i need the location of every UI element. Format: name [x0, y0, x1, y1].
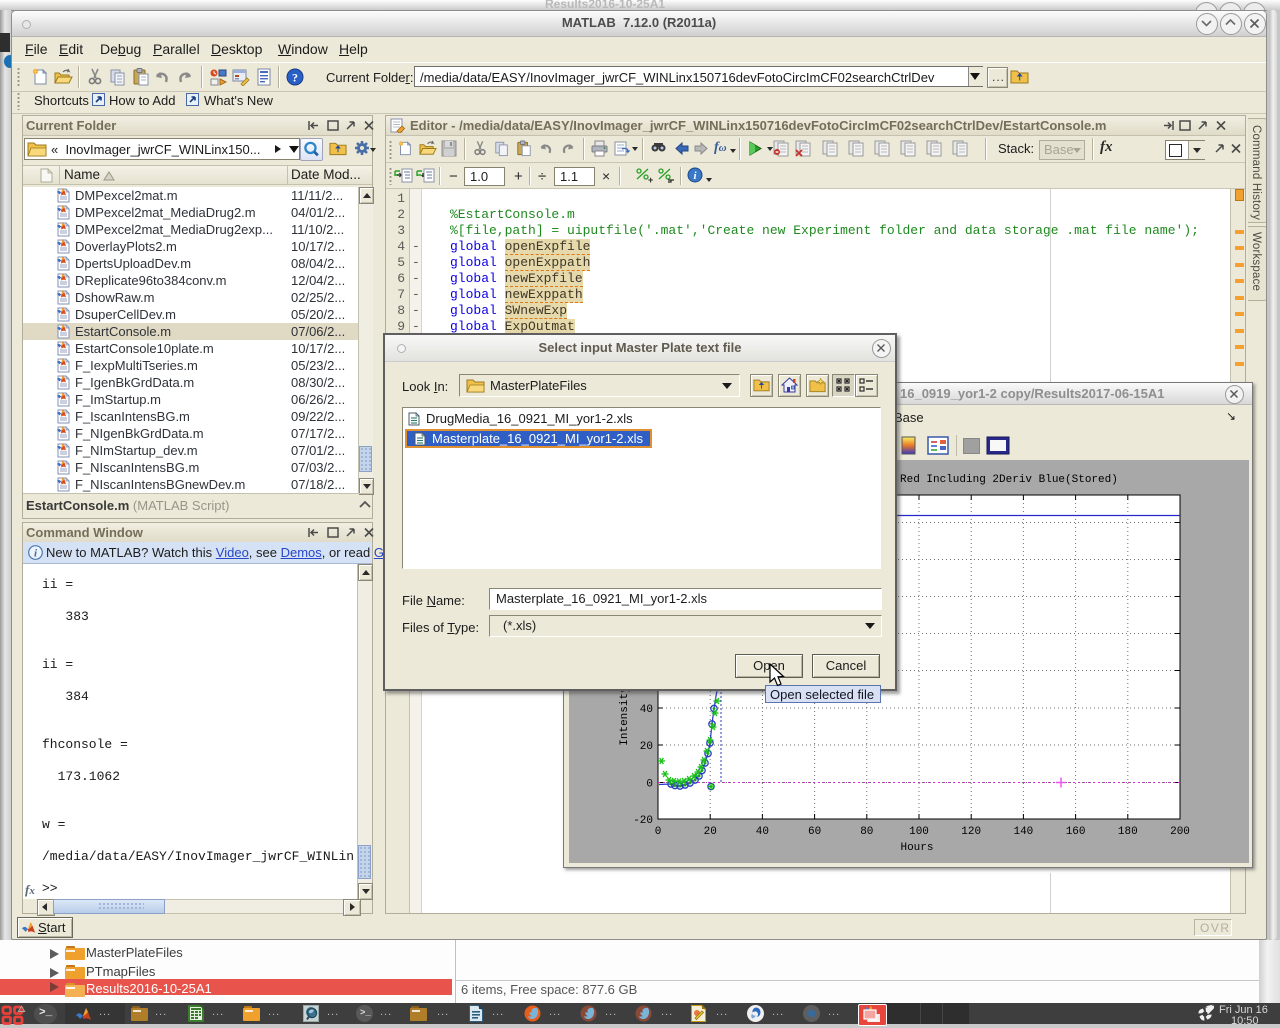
svg-text:120: 120: [961, 826, 981, 838]
svg-text:Hours: Hours: [900, 842, 933, 854]
svg-text:140: 140: [1013, 826, 1033, 838]
svg-text:40: 40: [756, 826, 769, 838]
svg-text:Red Including 2Deriv Blue(Stor: Red Including 2Deriv Blue(Stored): [900, 474, 1118, 486]
svg-text:40: 40: [640, 704, 653, 716]
svg-text:0: 0: [655, 826, 662, 838]
svg-text:-20: -20: [633, 815, 653, 827]
svg-text:0: 0: [646, 779, 653, 791]
svg-text:+: +: [648, 175, 653, 185]
svg-text:20: 20: [640, 741, 653, 753]
svg-text:100: 100: [909, 826, 929, 838]
svg-text:60: 60: [808, 826, 821, 838]
svg-text:80: 80: [860, 826, 873, 838]
svg-text:?: ?: [292, 71, 298, 85]
svg-text:Intensity: Intensity: [619, 686, 631, 746]
svg-text:160: 160: [1066, 826, 1086, 838]
svg-text:200: 200: [1170, 826, 1190, 838]
svg-text:180: 180: [1118, 826, 1138, 838]
svg-text:20: 20: [704, 826, 717, 838]
